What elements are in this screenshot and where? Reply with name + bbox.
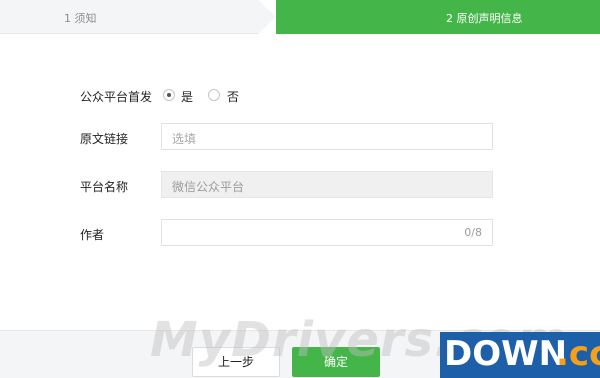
cc-logo-text: .cc	[556, 334, 600, 374]
source-link-label: 原文链接	[80, 132, 129, 146]
platform-name-value: 微信公众平台	[172, 180, 245, 194]
down-cc-watermark-logo: DOWN .cc	[440, 332, 600, 378]
platform-name-label: 平台名称	[80, 180, 129, 194]
source-link-input[interactable]: 选填	[161, 123, 493, 150]
first-publish-label: 公众平台首发	[80, 90, 153, 104]
step-arrow-divider	[258, 0, 276, 34]
radio-yes-label[interactable]: 是	[181, 88, 193, 105]
step-2-label: 2 原创声明信息	[446, 12, 523, 25]
author-char-counter: 0/8	[464, 226, 482, 239]
source-link-placeholder: 选填	[172, 132, 197, 146]
author-input[interactable]: 0/8	[161, 219, 493, 246]
radio-no-label[interactable]: 否	[227, 88, 239, 105]
step-1-label: 1 须知	[64, 12, 97, 25]
platform-name-field: 微信公众平台	[161, 171, 493, 198]
radio-no[interactable]	[208, 89, 220, 101]
radio-yes[interactable]	[163, 89, 175, 101]
down-logo-text: DOWN	[444, 334, 568, 374]
step-progress-bar: 1 须知 2 原创声明信息	[0, 0, 600, 34]
step-2-active-bg	[276, 0, 600, 34]
author-label: 作者	[80, 228, 105, 242]
